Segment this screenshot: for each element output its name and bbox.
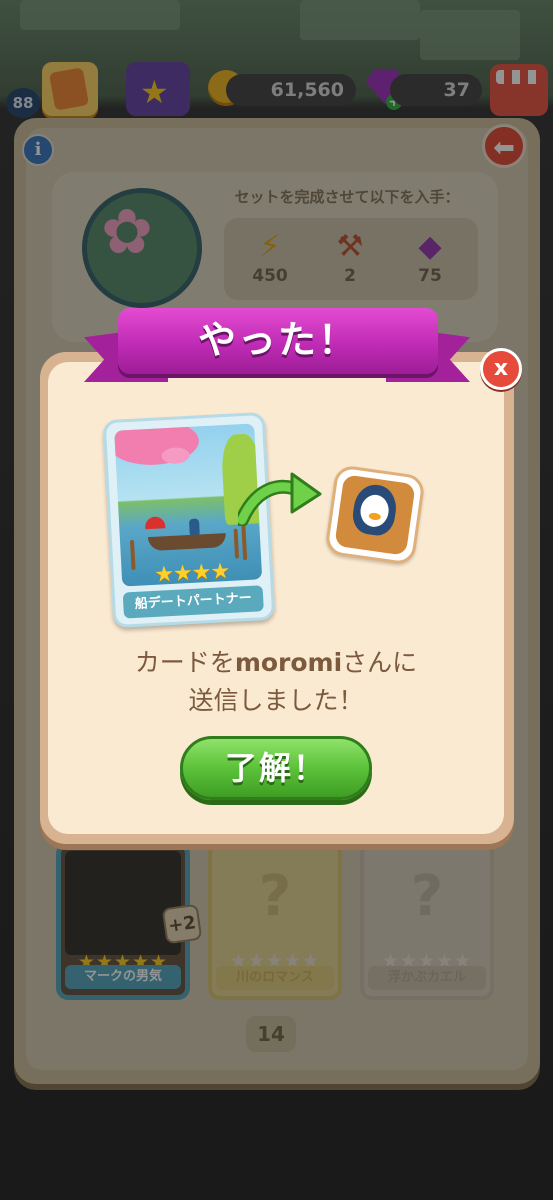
- close-button[interactable]: x: [480, 348, 522, 390]
- sent-message: カードをmoromiさんに 送信しました！: [48, 644, 504, 720]
- message-suffix: さんに: [342, 648, 418, 677]
- friend-avatar: [324, 464, 426, 566]
- message-line-2: 送信しました！: [188, 686, 364, 715]
- message-prefix: カードを: [134, 648, 235, 677]
- cherry-blossom-shape: [161, 446, 191, 465]
- boat-shape: [147, 533, 227, 552]
- card-name: 船デートパートナー: [122, 585, 264, 619]
- recipient-name: moromi: [234, 648, 343, 677]
- send-arrow-icon: [238, 472, 322, 526]
- cattail-shape: [241, 520, 248, 561]
- cherry-blossom-shape: [114, 423, 200, 468]
- red-umbrella-shape: [144, 516, 166, 530]
- dialog-title: やった！: [197, 318, 358, 362]
- ok-button[interactable]: 了解！: [180, 736, 372, 800]
- cattail-shape: [233, 528, 240, 559]
